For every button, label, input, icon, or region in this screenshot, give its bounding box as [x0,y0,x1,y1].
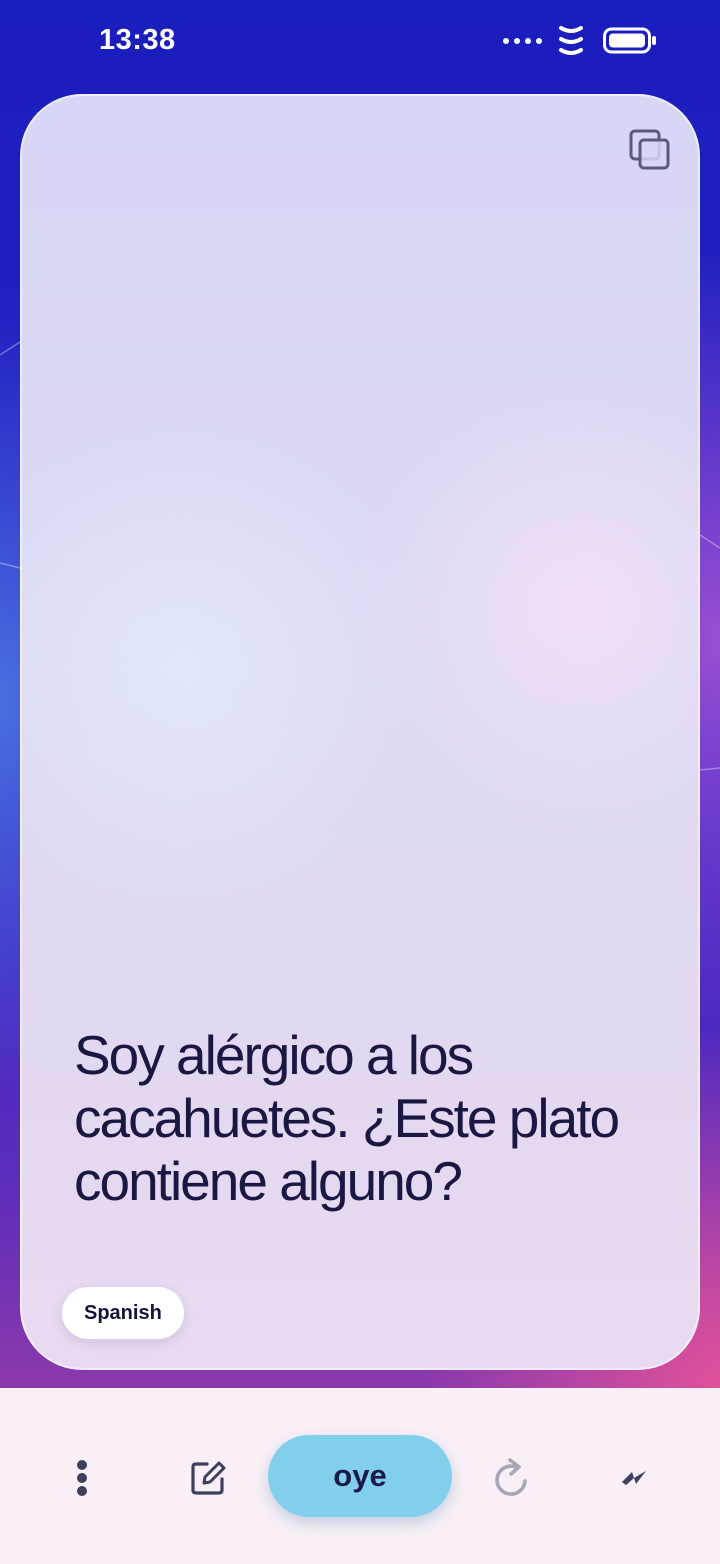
copy-icon[interactable] [628,128,672,172]
edit-button[interactable] [182,1452,234,1504]
refresh-button[interactable] [486,1452,538,1504]
language-chip[interactable]: Spanish [62,1287,184,1339]
more-vertical-icon [77,1460,87,1496]
status-bar: 13:38 [0,0,720,84]
listen-button[interactable]: oye [268,1435,452,1517]
translated-text: Soy alérgico a los cacahuetes. ¿Este pla… [74,1024,620,1212]
network-icon [559,26,583,55]
status-time: 13:38 [99,24,176,56]
more-options-button[interactable] [56,1452,108,1504]
translation-card: Soy alérgico a los cacahuetes. ¿Este pla… [20,94,700,1370]
edit-icon [191,1461,226,1495]
battery-icon [603,27,656,54]
refresh-icon [495,1458,527,1496]
signal-dots-icon [503,38,543,46]
flash-button[interactable] [608,1452,660,1504]
app-screen: 13:38 Soy alérgico a los cacahuetes. ¿Es… [0,0,720,1564]
bottom-action-bar: oye [0,1388,720,1564]
lightning-icon [622,1471,646,1485]
